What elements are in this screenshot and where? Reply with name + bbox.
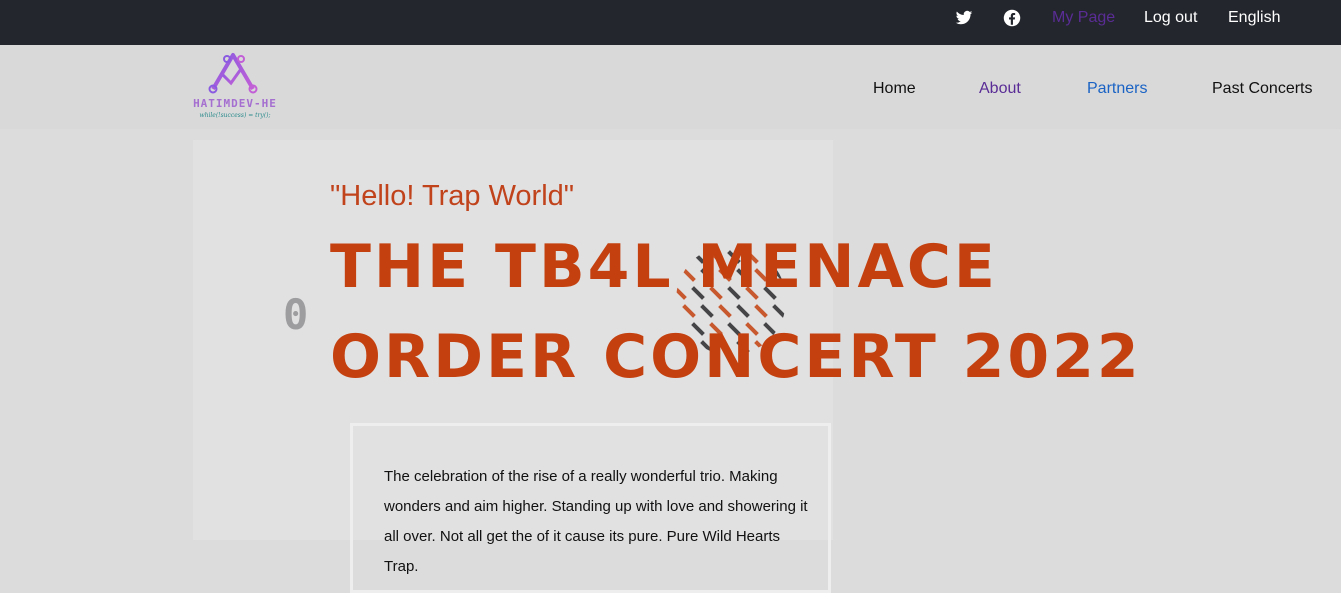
hero-description: The celebration of the rise of a really … (384, 468, 808, 575)
hero-title: THE TB4L MENACE ORDER CONCERT 2022 (330, 222, 1142, 402)
nav-item-past-concerts[interactable]: Past Concerts (1212, 79, 1312, 99)
hero-title-line-2: ORDER CONCERT 2022 (330, 322, 1142, 392)
hero-subtitle: "Hello! Trap World" (330, 180, 575, 212)
twitter-icon[interactable] (955, 9, 973, 27)
site-logo[interactable]: HATIMDEV-HE while(!success) = try(); (185, 51, 285, 121)
background-glyph: 0 (283, 290, 309, 339)
log-out-link[interactable]: Log out (1144, 8, 1197, 28)
nav-item-partners[interactable]: Partners (1087, 79, 1147, 99)
description-card: The celebration of the rise of a really … (350, 423, 831, 593)
language-selector[interactable]: English (1228, 8, 1280, 28)
site-header: HATIMDEV-HE while(!success) = try(); Hom… (0, 45, 1341, 129)
top-utility-bar: My Page Log out English (0, 0, 1341, 45)
hero-title-line-1: THE TB4L MENACE (330, 232, 998, 302)
nav-item-about[interactable]: About (979, 79, 1021, 99)
nav-item-home[interactable]: Home (873, 79, 916, 99)
logo-name: HATIMDEV-HE (193, 97, 277, 110)
my-page-link[interactable]: My Page (1052, 8, 1115, 28)
logo-mark-icon (208, 53, 258, 94)
logo-tagline: while(!success) = try(); (199, 112, 271, 119)
facebook-icon[interactable] (1003, 9, 1021, 27)
